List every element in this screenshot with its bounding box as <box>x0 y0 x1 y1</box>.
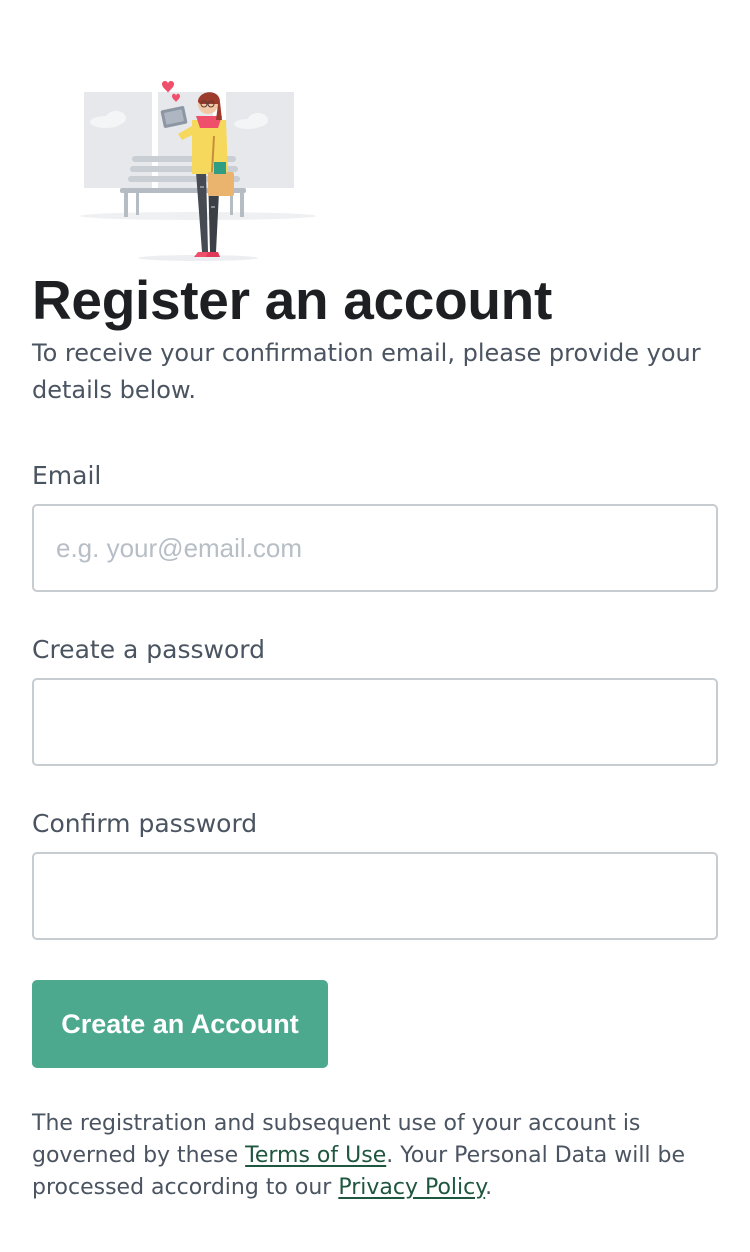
legal-text-3: . <box>485 1175 493 1200</box>
confirm-password-field[interactable] <box>32 852 718 940</box>
password-label: Create a password <box>32 635 265 664</box>
woman-with-tablet-illustration <box>80 81 316 261</box>
privacy-policy-link[interactable]: Privacy Policy <box>338 1175 485 1200</box>
email-label: Email <box>32 461 102 490</box>
email-field[interactable] <box>32 504 718 592</box>
confirm-password-label: Confirm password <box>32 809 258 838</box>
page-title: Register an account <box>32 269 552 331</box>
create-account-button[interactable]: Create an Account <box>32 980 328 1068</box>
page-subtitle: To receive your confirmation email, plea… <box>32 339 701 404</box>
password-field[interactable] <box>32 678 718 766</box>
legal-notice: The registration and subsequent use of y… <box>32 1108 718 1204</box>
terms-of-use-link[interactable]: Terms of Use <box>245 1143 386 1168</box>
